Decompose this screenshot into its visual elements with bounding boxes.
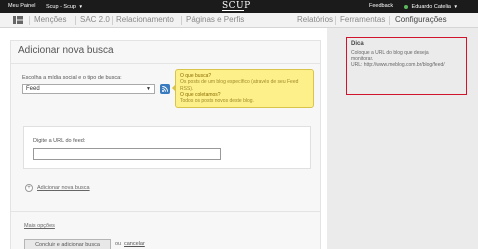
- hint-url: URL: http://www.meblog.com.br/blog/feed/: [351, 62, 445, 69]
- main-panel: Adicionar nova busca Escolha a mídia soc…: [10, 40, 321, 249]
- nav-item-paginas-perfis[interactable]: Páginas e Perfis: [186, 15, 244, 25]
- nav-divider: [181, 16, 182, 25]
- nav-item-ferramentas[interactable]: Ferramentas: [340, 15, 385, 25]
- feedback-label: Feedback: [369, 3, 394, 9]
- or-text: ou: [115, 241, 122, 247]
- tooltip-answer: Os posts de um blog específico (através …: [180, 79, 299, 86]
- more-options-link[interactable]: Mais opções: [24, 223, 55, 229]
- nav-item-sac[interactable]: SAC 2.0: [80, 15, 110, 25]
- hint-box: Dica Coloque a URL do blog que deseja mo…: [346, 37, 467, 95]
- menu-label: Meu Painel: [8, 3, 36, 9]
- divider: [11, 211, 320, 212]
- dashboard-grid-icon[interactable]: [13, 16, 23, 24]
- url-label: Digite a URL do feed:: [33, 138, 86, 144]
- nav-divider: [29, 16, 30, 25]
- submit-button[interactable]: Concluir e adicionar busca: [24, 239, 111, 249]
- chevron-down-icon: ▼: [453, 4, 458, 9]
- feed-type-button[interactable]: [160, 84, 170, 94]
- account-label: Scup - Scup: [46, 4, 76, 10]
- tooltip: O que busca? Os posts de um blog específ…: [172, 69, 314, 108]
- nav-item-relacionamento[interactable]: Relacionamento: [116, 15, 174, 25]
- chevron-down-icon: ▼: [78, 4, 83, 9]
- user-menu[interactable]: Eduardo Catelia ▼: [404, 3, 458, 11]
- select-value: Feed: [26, 86, 40, 92]
- feed-url-input[interactable]: [33, 148, 221, 160]
- account-dropdown[interactable]: Scup - Scup ▼: [46, 3, 83, 11]
- nav-bar: Menções SAC 2.0 Relacionamento Páginas e…: [0, 13, 478, 28]
- tooltip-answer: Todos os posts novos deste blog.: [180, 98, 254, 105]
- logo-underline: [222, 10, 244, 11]
- feedback-button[interactable]: Feedback: [369, 3, 393, 10]
- user-label: Eduardo Catelia: [411, 4, 451, 10]
- menu-button[interactable]: Meu Painel: [8, 3, 36, 10]
- tooltip-arrow: [172, 84, 176, 92]
- search-type-select[interactable]: Feed ▼: [22, 84, 155, 94]
- chevron-down-icon: ▼: [146, 86, 151, 92]
- nav-divider: [75, 16, 76, 25]
- page-title: Adicionar nova busca: [18, 45, 114, 56]
- select-label: Escolha a mídia social e o tipo de busca…: [22, 75, 122, 81]
- add-icon[interactable]: +: [25, 184, 33, 192]
- nav-divider: [389, 16, 390, 25]
- nav-item-configuracoes[interactable]: Configurações: [395, 15, 447, 25]
- divider: [11, 63, 320, 64]
- cancel-link[interactable]: cancelar: [124, 241, 145, 247]
- add-search-link[interactable]: Adicionar nova busca: [37, 185, 90, 191]
- nav-item-mencoes[interactable]: Menções: [34, 15, 66, 25]
- nav-divider: [112, 16, 113, 25]
- online-status-icon: [404, 4, 408, 9]
- rss-icon: [162, 86, 168, 92]
- feed-url-box: Digite a URL do feed:: [23, 126, 311, 169]
- hint-title: Dica: [351, 41, 364, 47]
- nav-item-relatorios[interactable]: Relatórios: [297, 15, 333, 25]
- top-bar: Meu Painel Scup - Scup ▼ SCUP Feedback E…: [0, 0, 478, 13]
- nav-divider: [335, 16, 336, 25]
